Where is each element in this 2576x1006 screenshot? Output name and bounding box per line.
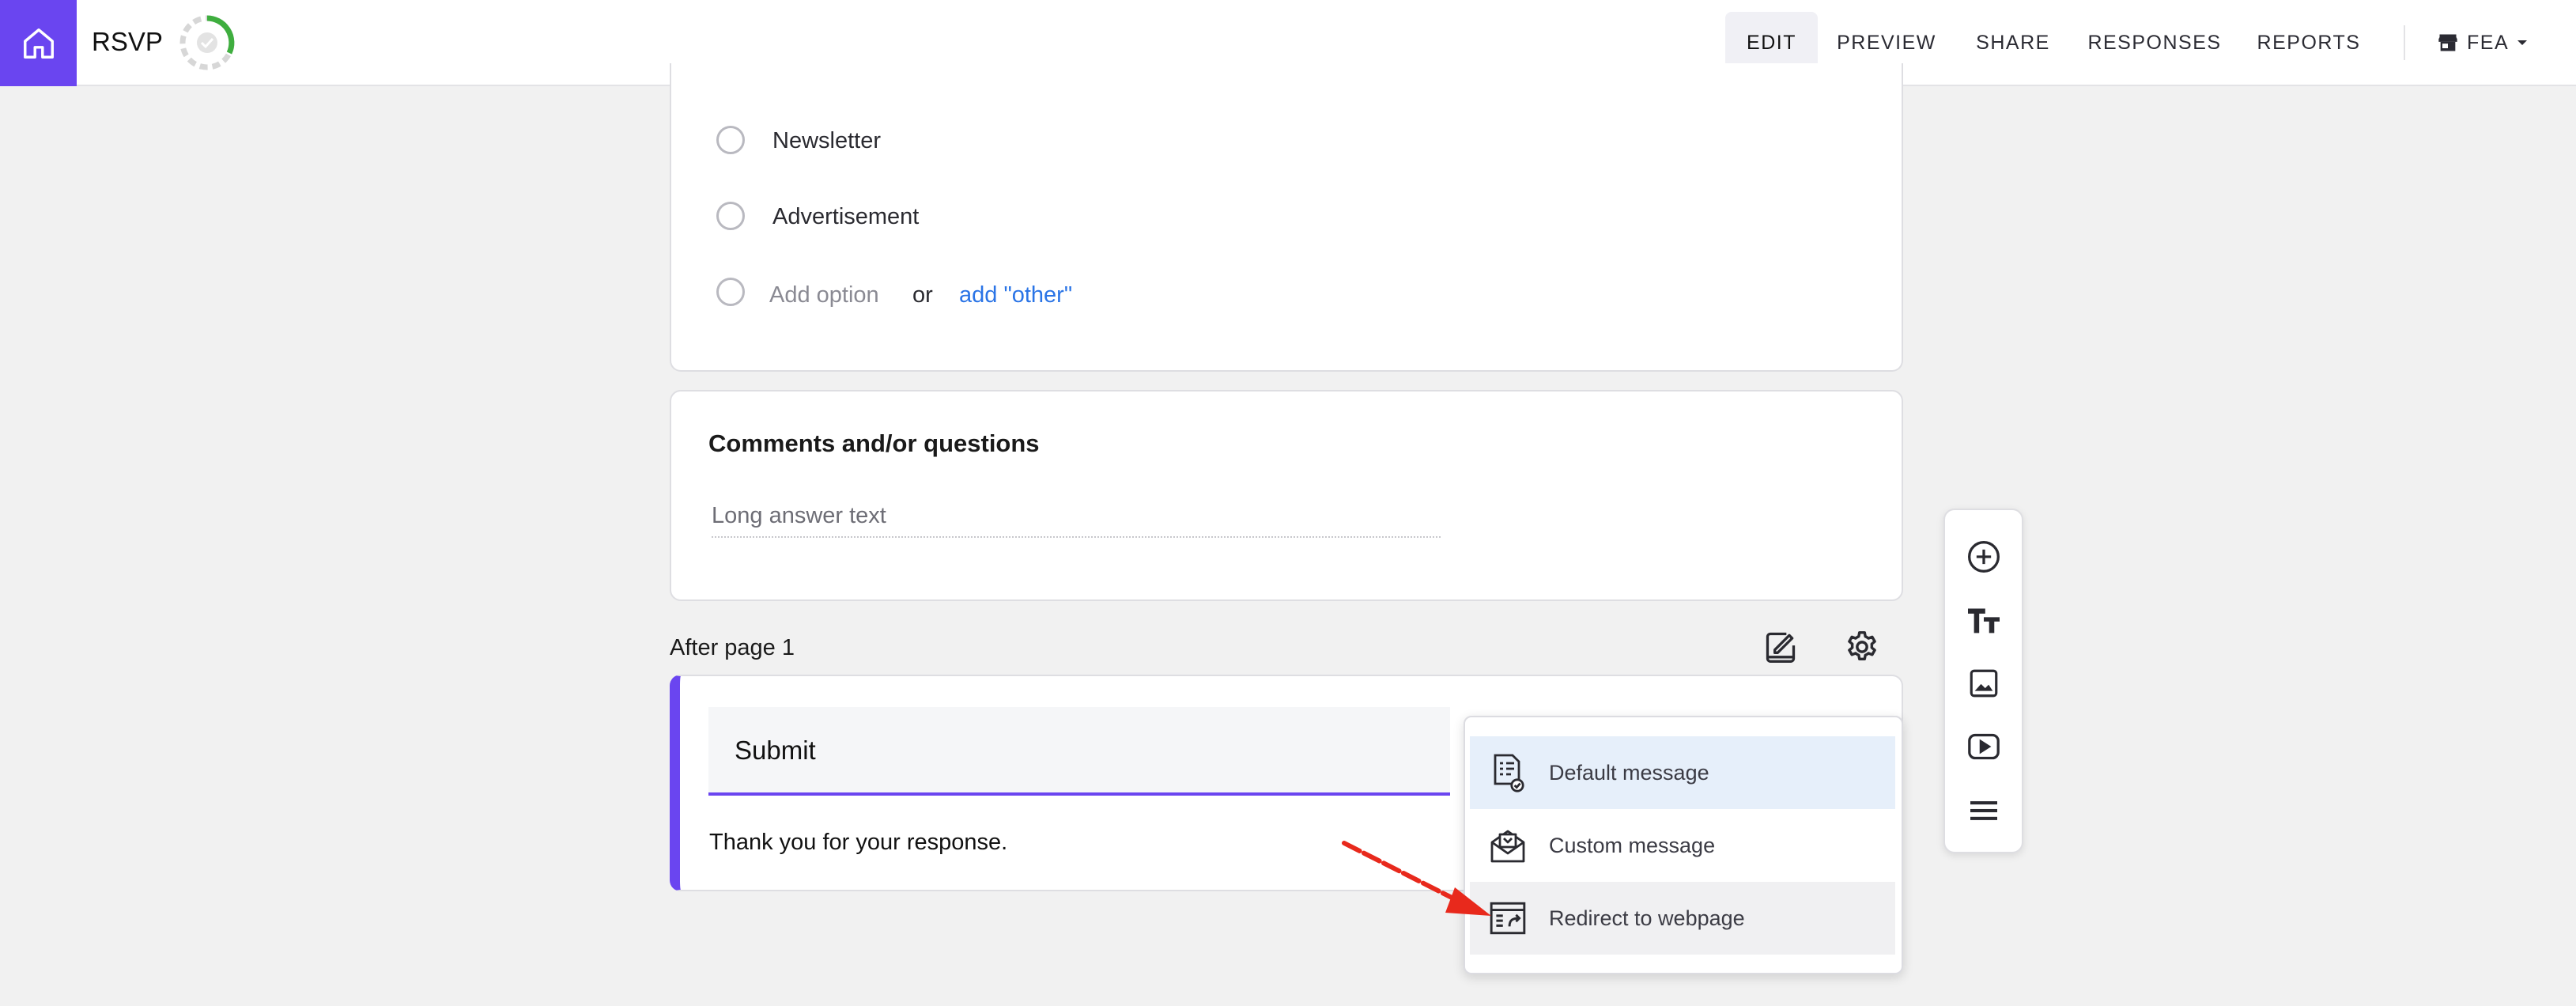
tab-share[interactable]: SHARE [1969, 12, 2057, 74]
home-button[interactable] [0, 0, 77, 86]
video-icon [1968, 733, 2000, 760]
add-title-button[interactable] [1962, 599, 2005, 641]
save-status-icon [179, 15, 235, 70]
form-title[interactable]: RSVP [92, 24, 163, 60]
after-page-label: After page 1 [670, 635, 795, 660]
add-other-link[interactable]: add "other" [959, 279, 1072, 311]
image-icon [1970, 669, 1998, 698]
radio-advertisement[interactable] [716, 202, 745, 230]
edit-logic-button[interactable] [1760, 625, 1801, 669]
question-title[interactable]: Comments and/or questions [708, 428, 1040, 460]
submit-button-label: Submit [735, 736, 816, 765]
add-video-button[interactable] [1962, 725, 2005, 768]
edit-logic-icon [1766, 632, 1796, 663]
store-icon [2438, 34, 2457, 51]
nav-divider [2404, 25, 2405, 60]
title-text-icon [1968, 608, 2000, 633]
menu-item-label: Custom message [1549, 833, 1716, 857]
workspace-label: FEA [2467, 31, 2510, 54]
add-question-icon [1968, 541, 2000, 573]
annotation-arrow [1342, 841, 1491, 916]
tab-responses[interactable]: RESPONSES [2084, 12, 2225, 74]
add-option-input[interactable]: Add option [769, 279, 879, 311]
add-section-button[interactable] [1962, 789, 2005, 832]
add-image-button[interactable] [1962, 662, 2005, 705]
option-advertisement[interactable]: Advertisement [772, 201, 919, 233]
menu-item-redirect-webpage[interactable]: Redirect to webpage [1470, 882, 1895, 955]
caret-down-icon [2517, 40, 2528, 45]
section-divider-icon [1970, 801, 1997, 820]
option-newsletter[interactable]: Newsletter [772, 125, 881, 157]
thank-you-message[interactable]: Thank you for your response. [709, 826, 1007, 858]
or-text: or [912, 282, 933, 308]
home-icon [23, 28, 54, 59]
document-check-icon [1487, 752, 1528, 793]
gear-icon [1848, 631, 1876, 661]
long-answer-placeholder: Long answer text [712, 500, 1441, 538]
radio-add-option [716, 278, 745, 306]
menu-item-custom-message[interactable]: Custom message [1470, 809, 1895, 882]
workspace-switcher[interactable]: FEA [2437, 24, 2528, 62]
menu-item-label: Default message [1549, 760, 1709, 785]
menu-item-label: Redirect to webpage [1549, 906, 1745, 930]
radio-newsletter[interactable] [716, 126, 745, 154]
ending-settings-button[interactable] [1842, 627, 1882, 667]
add-question-button[interactable] [1962, 535, 2005, 578]
menu-item-default-message[interactable]: Default message [1470, 736, 1895, 809]
question-card-long-answer[interactable] [670, 390, 1903, 601]
tab-reports[interactable]: REPORTS [2249, 12, 2368, 74]
submit-button-label-field[interactable] [708, 707, 1450, 796]
